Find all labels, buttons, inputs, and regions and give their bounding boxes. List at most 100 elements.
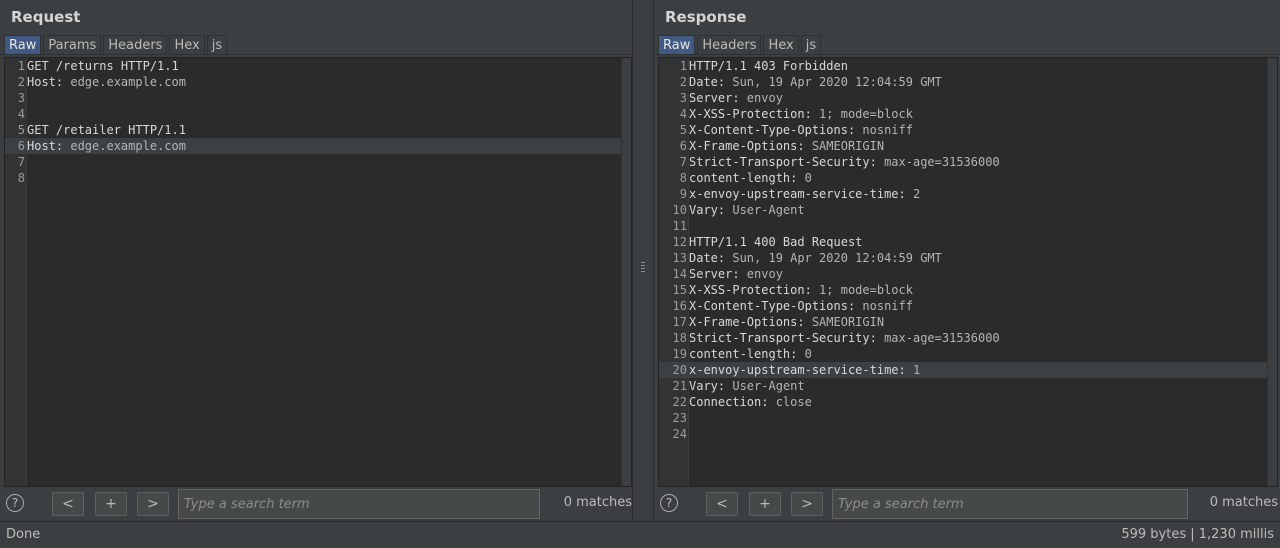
line-value: nosniff <box>855 123 913 137</box>
help-circle-icon[interactable]: ? <box>660 494 678 512</box>
code-line[interactable]: 21 Vary: User-Agent <box>659 378 1267 394</box>
line-number: 1 <box>679 59 687 73</box>
line-text: Strict-Transport-Security: max-age=31536… <box>689 154 1000 170</box>
line-value: 0 <box>797 347 812 361</box>
request-tab-hex[interactable]: Hex <box>169 35 205 55</box>
line-value: Sun, 19 Apr 2020 12:04:59 GMT <box>725 251 942 265</box>
line-text: GET /returns HTTP/1.1 <box>27 58 179 74</box>
help-circle-icon[interactable]: ? <box>6 494 24 512</box>
match-count: 0 matches <box>1209 495 1278 510</box>
line-key: HTTP/1.1 403 Forbidden <box>689 59 848 73</box>
line-text: Host: edge.example.com <box>27 74 186 90</box>
line-number: 11 <box>672 219 687 233</box>
drag-grip-icon[interactable] <box>641 262 645 274</box>
request-editor[interactable]: 1 GET /returns HTTP/1.1 2 Host: edge.exampl… <box>4 57 632 487</box>
line-number: 4 <box>679 107 687 121</box>
code-line[interactable]: 17 X-Frame-Options: SAMEORIGIN <box>659 314 1267 330</box>
response-tab-js[interactable]: js <box>800 35 822 55</box>
code-line[interactable]: 6 X-Frame-Options: SAMEORIGIN <box>659 138 1267 154</box>
search-next-button[interactable]: > <box>791 492 823 516</box>
code-line[interactable]: 14 Server: envoy <box>659 266 1267 282</box>
code-line[interactable]: 6 Host: edge.example.com <box>5 138 621 154</box>
code-line[interactable]: 4 <box>5 106 621 122</box>
line-value: edge.example.com <box>63 75 186 89</box>
response-editor[interactable]: 1 HTTP/1.1 403 Forbidden 2 Date: Sun, 19 Ap… <box>658 57 1278 487</box>
request-panel: Request Raw Params Headers Hex js 1 GET /retu… <box>0 0 633 521</box>
code-line[interactable]: 3 <box>5 90 621 106</box>
status-text: Done <box>6 527 41 542</box>
code-line[interactable]: 19 content-length: 0 <box>659 346 1267 362</box>
code-line[interactable]: 7 <box>5 154 621 170</box>
code-line[interactable]: 7 Strict-Transport-Security: max-age=3153… <box>659 154 1267 170</box>
request-title: Request <box>11 8 81 26</box>
response-tab-headers[interactable]: Headers <box>697 35 762 55</box>
search-prev-button[interactable]: < <box>52 492 84 516</box>
code-line[interactable]: 13 Date: Sun, 19 Apr 2020 12:04:59 GMT <box>659 250 1267 266</box>
line-text: content-length: 0 <box>689 170 812 186</box>
request-tab-js[interactable]: js <box>206 35 228 55</box>
code-line[interactable]: 3 Server: envoy <box>659 90 1267 106</box>
request-tab-headers[interactable]: Headers <box>103 35 168 55</box>
code-line[interactable]: 20 x-envoy-upstream-service-time: 1 <box>659 362 1267 378</box>
search-add-button[interactable]: + <box>749 492 781 516</box>
code-line[interactable]: 18 Strict-Transport-Security: max-age=315… <box>659 330 1267 346</box>
line-key: GET /returns HTTP/1.1 <box>27 59 179 73</box>
line-key: x-envoy-upstream-service-time: <box>689 187 906 201</box>
request-tab-params[interactable]: Params <box>43 35 102 55</box>
line-value: max-age=31536000 <box>876 331 1000 345</box>
code-line[interactable]: 4 X-XSS-Protection: 1; mode=block <box>659 106 1267 122</box>
code-line[interactable]: 8 content-length: 0 <box>659 170 1267 186</box>
panel-divider[interactable] <box>633 0 653 521</box>
line-number: 9 <box>679 187 687 201</box>
response-tab-raw[interactable]: Raw <box>658 35 696 55</box>
line-text: Vary: User-Agent <box>689 378 805 394</box>
line-key: X-Frame-Options: <box>689 315 805 329</box>
line-key: Vary: <box>689 203 726 217</box>
search-prev-button[interactable]: < <box>706 492 738 516</box>
search-add-button[interactable]: + <box>95 492 127 516</box>
line-number: 5 <box>17 123 25 137</box>
code-line[interactable]: 12 HTTP/1.1 400 Bad Request <box>659 234 1267 250</box>
code-line[interactable]: 23 <box>659 410 1267 426</box>
request-scrollbar[interactable] <box>621 58 631 486</box>
response-code[interactable]: 1 HTTP/1.1 403 Forbidden 2 Date: Sun, 19 Ap… <box>659 58 1267 486</box>
code-line[interactable]: 11 <box>659 218 1267 234</box>
line-text: Vary: User-Agent <box>689 202 805 218</box>
line-key: Strict-Transport-Security: <box>689 331 877 345</box>
code-line[interactable]: 10 Vary: User-Agent <box>659 202 1267 218</box>
code-line[interactable]: 1 HTTP/1.1 403 Forbidden <box>659 58 1267 74</box>
line-key: Server: <box>689 91 740 105</box>
match-count: 0 matches <box>563 495 632 510</box>
response-panel: Response Raw Headers Hex js 1 HTTP/1.1 403 F… <box>653 0 1280 521</box>
code-line[interactable]: 15 X-XSS-Protection: 1; mode=block <box>659 282 1267 298</box>
line-text: x-envoy-upstream-service-time: 1 <box>689 362 920 378</box>
code-line[interactable]: 22 Connection: close <box>659 394 1267 410</box>
search-next-button[interactable]: > <box>137 492 169 516</box>
line-key: X-XSS-Protection: <box>689 283 812 297</box>
line-key: X-Frame-Options: <box>689 139 805 153</box>
code-line[interactable]: 1 GET /returns HTTP/1.1 <box>5 58 621 74</box>
line-number: 23 <box>672 411 687 425</box>
code-line[interactable]: 2 Date: Sun, 19 Apr 2020 12:04:59 GMT <box>659 74 1267 90</box>
code-line[interactable]: 5 X-Content-Type-Options: nosniff <box>659 122 1267 138</box>
response-scrollbar[interactable] <box>1267 58 1277 486</box>
tab-separator <box>654 54 1280 55</box>
code-line[interactable]: 2 Host: edge.example.com <box>5 74 621 90</box>
response-tab-hex[interactable]: Hex <box>763 35 799 55</box>
line-value: 1 <box>905 363 921 377</box>
line-text: Strict-Transport-Security: max-age=31536… <box>689 330 1000 346</box>
line-text: x-envoy-upstream-service-time: 2 <box>689 186 920 202</box>
code-line[interactable]: 8 <box>5 170 621 186</box>
search-input[interactable] <box>178 489 540 519</box>
code-line[interactable]: 24 <box>659 426 1267 442</box>
line-number: 10 <box>672 203 687 217</box>
line-key: content-length: <box>689 171 798 185</box>
request-code[interactable]: 1 GET /returns HTTP/1.1 2 Host: edge.exampl… <box>5 58 621 486</box>
code-line[interactable]: 5 GET /retailer HTTP/1.1 <box>5 122 621 138</box>
line-text: X-Content-Type-Options: nosniff <box>689 122 913 138</box>
code-line[interactable]: 16 X-Content-Type-Options: nosniff <box>659 298 1267 314</box>
request-tab-raw[interactable]: Raw <box>4 35 42 55</box>
line-text: X-Frame-Options: SAMEORIGIN <box>689 138 884 154</box>
search-input[interactable] <box>832 489 1188 519</box>
code-line[interactable]: 9 x-envoy-upstream-service-time: 2 <box>659 186 1267 202</box>
